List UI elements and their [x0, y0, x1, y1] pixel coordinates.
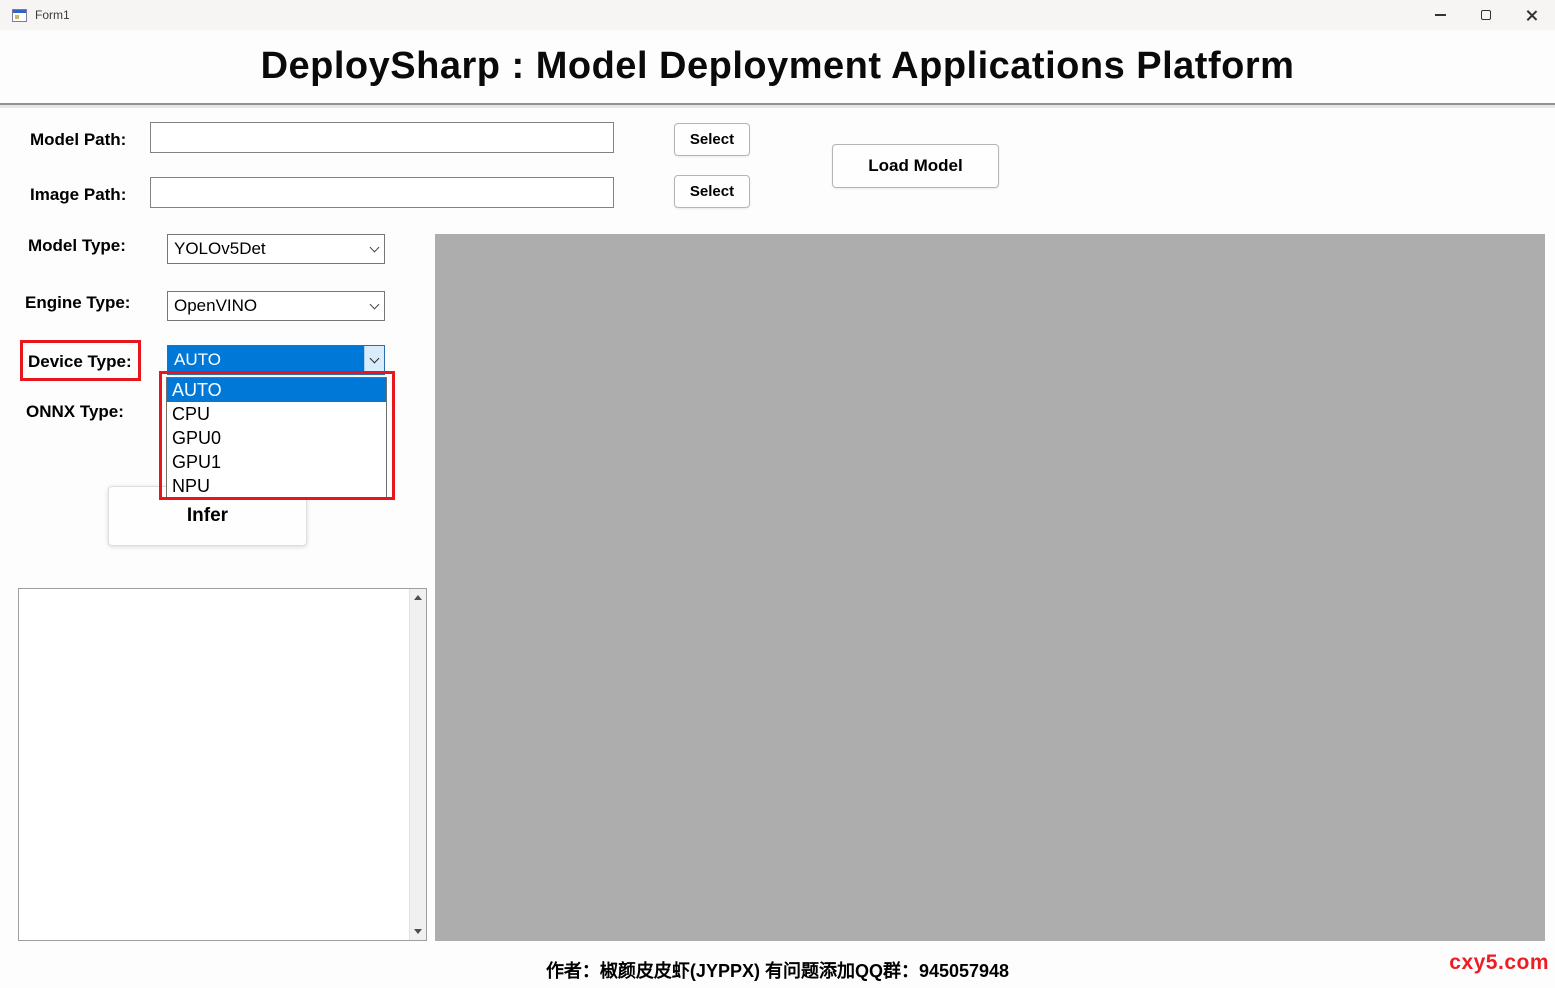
- engine-type-value: OpenVINO: [168, 292, 364, 320]
- engine-type-label: Engine Type:: [25, 293, 130, 313]
- window-controls: [1417, 0, 1555, 30]
- model-type-combobox[interactable]: YOLOv5Det: [167, 234, 385, 264]
- titlebar[interactable]: Form1: [0, 0, 1555, 30]
- scroll-down-button[interactable]: [410, 923, 426, 940]
- minimize-icon: [1435, 14, 1446, 16]
- listbox-scrollbar[interactable]: [409, 589, 426, 940]
- output-listbox[interactable]: [18, 588, 427, 941]
- triangle-up-icon: [414, 595, 422, 600]
- scroll-up-button[interactable]: [410, 589, 426, 606]
- onnx-type-label: ONNX Type:: [26, 402, 124, 422]
- load-model-button[interactable]: Load Model: [832, 144, 999, 188]
- dropdown-option-cpu[interactable]: CPU: [167, 402, 386, 426]
- model-path-input[interactable]: [150, 122, 614, 153]
- window-title: Form1: [35, 8, 70, 22]
- dropdown-option-auto[interactable]: AUTO: [167, 378, 386, 402]
- header-divider: [0, 103, 1555, 108]
- image-display-panel: [435, 234, 1545, 941]
- chevron-down-icon: [369, 300, 379, 310]
- close-icon: [1526, 9, 1538, 21]
- maximize-icon: [1481, 10, 1491, 20]
- model-type-label: Model Type:: [28, 236, 126, 256]
- image-path-select-button[interactable]: Select: [674, 175, 750, 208]
- model-path-select-button[interactable]: Select: [674, 123, 750, 156]
- watermark-text: cxy5.com: [1449, 951, 1549, 975]
- device-type-value: AUTO: [168, 346, 364, 374]
- device-type-dropdown-button[interactable]: [364, 346, 384, 374]
- header: DeploySharp : Model Deployment Applicati…: [0, 30, 1555, 103]
- model-type-dropdown-button[interactable]: [364, 235, 384, 263]
- model-path-label: Model Path:: [30, 130, 126, 150]
- triangle-down-icon: [414, 929, 422, 934]
- image-path-label: Image Path:: [30, 185, 126, 205]
- image-path-input[interactable]: [150, 177, 614, 208]
- dropdown-option-gpu1[interactable]: GPU1: [167, 450, 386, 474]
- close-button[interactable]: [1509, 0, 1555, 30]
- device-type-label: Device Type:: [28, 352, 132, 372]
- device-type-combobox[interactable]: AUTO: [167, 345, 385, 375]
- chevron-down-icon: [369, 243, 379, 253]
- chevron-down-icon: [370, 354, 380, 364]
- app-window: Form1 DeploySharp : Model Deployment App…: [0, 0, 1555, 988]
- author-info: 作者：椒颜皮皮虾(JYPPX) 有问题添加QQ群：945057948: [0, 957, 1555, 983]
- dropdown-option-gpu0[interactable]: GPU0: [167, 426, 386, 450]
- maximize-button[interactable]: [1463, 0, 1509, 30]
- form-icon: [12, 9, 27, 22]
- engine-type-combobox[interactable]: OpenVINO: [167, 291, 385, 321]
- page-title: DeploySharp : Model Deployment Applicati…: [261, 45, 1295, 88]
- dropdown-option-npu[interactable]: NPU: [167, 474, 386, 498]
- engine-type-dropdown-button[interactable]: [364, 292, 384, 320]
- model-type-value: YOLOv5Det: [168, 235, 364, 263]
- minimize-button[interactable]: [1417, 0, 1463, 30]
- device-type-dropdown-list: AUTO CPU GPU0 GPU1 NPU: [166, 377, 387, 499]
